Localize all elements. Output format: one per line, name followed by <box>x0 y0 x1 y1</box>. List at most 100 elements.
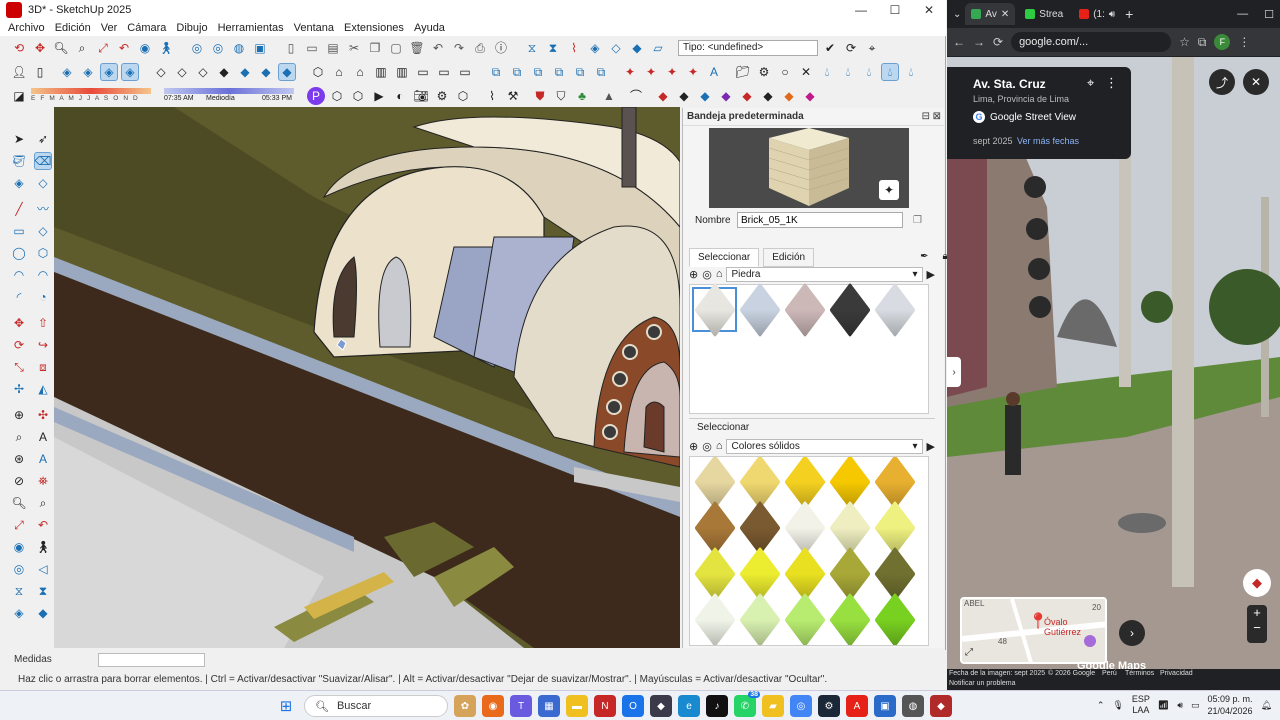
menu-ver[interactable]: Ver <box>101 22 118 34</box>
fill-icon[interactable]: ▲ <box>600 87 618 105</box>
maximize-button[interactable]: ☐ <box>878 0 912 20</box>
explorer-icon[interactable]: ▬ <box>566 695 588 717</box>
previous-view-icon[interactable]: ↶ <box>115 39 133 57</box>
shadow-toggle-icon[interactable]: ◪ <box>10 87 28 105</box>
pie-tool-icon[interactable]: ◔ <box>34 288 52 306</box>
marker4-icon[interactable]: ✦ <box>684 63 702 81</box>
duplicate-material-icon[interactable]: ❐ <box>913 215 922 226</box>
place-menu-icon[interactable]: ⋮ <box>1105 75 1118 91</box>
solid-color-swatch[interactable] <box>693 592 736 645</box>
tab-youtube[interactable]: (1: 🔊︎ <box>1073 3 1121 25</box>
menu-ventana[interactable]: Ventana <box>294 22 334 34</box>
move-tool-icon[interactable]: ✥ <box>10 314 28 332</box>
ext-red-icon[interactable]: ◆ <box>654 87 672 105</box>
back-edges-icon[interactable]: ◇ <box>173 63 191 81</box>
settings-icon[interactable]: ⚙ <box>755 63 773 81</box>
print-icon[interactable]: ⎙ <box>471 39 489 57</box>
tree-icon[interactable]: ♣ <box>573 87 591 105</box>
model-materials-2-icon[interactable]: ◎ <box>702 440 712 453</box>
ext-magenta-icon[interactable]: ◆ <box>801 87 819 105</box>
sandbox1-tool-icon[interactable]: ⧖ <box>10 582 28 600</box>
3d-viewport[interactable] <box>54 107 680 648</box>
sandbox2-tool-icon[interactable]: ⧗ <box>34 582 52 600</box>
clock[interactable]: 05:09 p. m. 21/04/2026 <box>1208 693 1253 717</box>
measurements-box[interactable] <box>98 653 205 667</box>
ext-orange-icon[interactable]: ◆ <box>780 87 798 105</box>
paste-icon[interactable]: ▢ <box>387 39 405 57</box>
smoove-icon[interactable]: ⌇ <box>565 39 583 57</box>
sandbox-icon[interactable]: ⧖ <box>523 39 541 57</box>
street-view[interactable]: Av. Sta. Cruz Lima, Provincia de Lima G … <box>947 57 1280 690</box>
wall-icon[interactable]: ▥ <box>372 63 390 81</box>
curve-icon[interactable]: ⌒ <box>627 87 645 105</box>
solid-color-swatch[interactable] <box>738 546 781 601</box>
house-icon[interactable]: ⌂ <box>330 63 348 81</box>
zoom-tool-icon[interactable]: 🔍︎ <box>10 494 28 512</box>
tray-close-icon[interactable]: ⊠ <box>933 111 941 122</box>
push-pull-tool-icon[interactable]: ⇧ <box>34 314 52 332</box>
wireframe-icon[interactable]: ◇ <box>194 63 212 81</box>
tab-stream[interactable]: Strea <box>1019 3 1069 25</box>
page-icon[interactable]: ▯ <box>31 63 49 81</box>
arc2-tool-icon[interactable]: ◠ <box>34 266 52 284</box>
expand-map-icon[interactable]: ⤢ <box>965 647 973 658</box>
solid-color-swatch[interactable] <box>693 457 736 509</box>
check-icon[interactable]: ✔ <box>821 39 839 57</box>
box2-icon[interactable]: ⬡ <box>349 87 367 105</box>
solid-color-swatch[interactable] <box>783 546 826 601</box>
iso-view-icon[interactable]: ◈ <box>58 63 76 81</box>
taskbar-search[interactable]: 🔍︎ Buscar <box>304 695 448 717</box>
protractor-tool-icon[interactable]: ◭ <box>34 380 52 398</box>
whatsapp-icon[interactable]: ✆ 38 <box>734 691 760 717</box>
stone-material-swatch[interactable] <box>692 282 737 337</box>
tab-close-icon[interactable]: ✕ <box>1001 9 1009 20</box>
menu-herramientas[interactable]: Herramientas <box>218 22 284 34</box>
close-button[interactable]: ✕ <box>912 0 946 20</box>
country-link[interactable]: Perú <box>1102 670 1117 677</box>
time-slider[interactable]: 07:35 AM Mediodía 05:33 PM <box>164 86 294 106</box>
fence-icon[interactable]: ⛊ <box>531 87 549 105</box>
cube-outline-icon[interactable]: ⬡ <box>454 87 472 105</box>
chrome-menu-icon[interactable]: ⋮ <box>1238 35 1250 49</box>
3d-text-tool-icon[interactable]: A <box>34 428 52 446</box>
menu-extensiones[interactable]: Extensiones <box>344 22 404 34</box>
walk2-tool-icon[interactable]: 🚶︎ <box>34 538 52 556</box>
share-button[interactable]: ⤴ <box>1209 69 1235 95</box>
top-view-icon[interactable]: ◈ <box>79 63 97 81</box>
tiktok-icon[interactable]: ♪ <box>706 695 728 717</box>
folder-taskbar-icon[interactable]: ▰ <box>762 695 784 717</box>
tab-list-icon[interactable]: ⌄ <box>953 9 961 20</box>
widgets-icon[interactable]: ✿ <box>454 695 476 717</box>
report-link[interactable]: Notificar un problema <box>949 680 1016 687</box>
minimize-button[interactable]: — <box>844 0 878 20</box>
redo-icon[interactable]: ↷ <box>450 39 468 57</box>
offset-tool-icon[interactable]: ⧈ <box>34 358 52 376</box>
look-around-tool-icon[interactable]: ◎ <box>10 560 28 578</box>
front-view-icon[interactable]: ◈ <box>100 63 118 81</box>
arc-tool-icon[interactable]: ◠ <box>10 266 28 284</box>
menu-ayuda[interactable]: Ayuda <box>414 22 445 34</box>
zoom-extents-icon[interactable]: ⤢ <box>94 39 112 57</box>
privacy-link[interactable]: Privacidad <box>1160 670 1193 677</box>
text-tool-icon[interactable]: ⌕ <box>10 428 28 446</box>
pan-icon[interactable]: ✥ <box>31 39 49 57</box>
view-icon[interactable]: ◐ <box>391 87 409 105</box>
menu-dibujo[interactable]: Dibujo <box>176 22 207 34</box>
solid-color-swatch[interactable] <box>738 592 781 645</box>
folder-icon[interactable]: 📁︎ <box>734 63 752 81</box>
section2-tool-icon[interactable]: ◁ <box>34 560 52 578</box>
section-fill-icon[interactable]: ◍ <box>230 39 248 57</box>
follow-me-tool-icon[interactable]: ↪ <box>34 336 52 354</box>
eraser2-tool-icon[interactable]: ◇ <box>34 174 52 192</box>
compass-icon[interactable]: ◆ <box>1243 569 1271 597</box>
solid-color-swatch[interactable] <box>828 500 871 555</box>
section-cut-icon[interactable]: ◎ <box>209 39 227 57</box>
layer5-icon[interactable]: ⧉ <box>571 63 589 81</box>
epic-icon[interactable]: ◆ <box>650 695 672 717</box>
profile-avatar[interactable]: F <box>1214 34 1231 50</box>
tipo-field[interactable]: Tipo: <undefined> <box>678 40 818 56</box>
zoom-in-button[interactable]: + <box>1253 605 1261 620</box>
arc3-tool-icon[interactable]: ◜ <box>10 288 28 306</box>
gear2-icon[interactable]: ⚙ <box>433 87 451 105</box>
stone-material-swatch[interactable] <box>783 282 826 337</box>
